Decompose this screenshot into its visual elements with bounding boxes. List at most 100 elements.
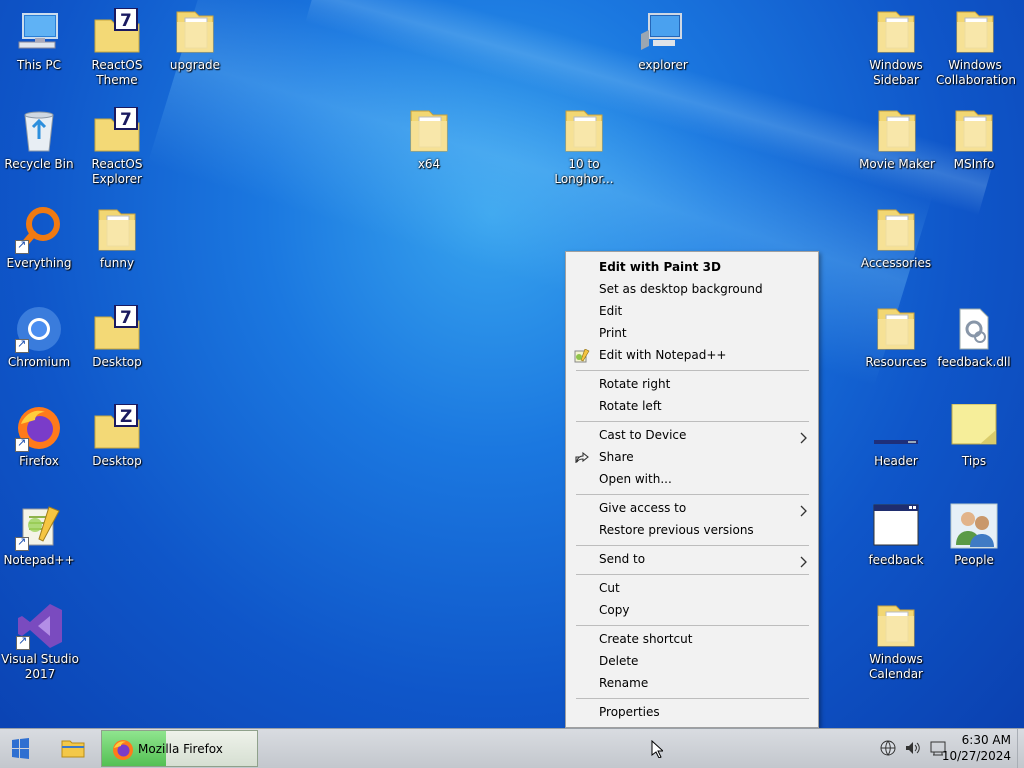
desktop-icon-label: Accessories — [860, 256, 932, 270]
menu-item-label: Cut — [599, 581, 620, 595]
start-button[interactable] — [8, 737, 42, 759]
desktop-icon-label: Desktop — [92, 454, 142, 468]
desktop-icon-label: Resources — [865, 355, 927, 369]
menu-item-label: Set as desktop background — [599, 282, 763, 296]
menu-item-open-with[interactable]: Open with... — [566, 468, 818, 490]
desktop-icon-upgrade[interactable]: upgrade — [157, 8, 233, 73]
people-icon — [950, 503, 998, 551]
folder-icon — [171, 8, 219, 56]
menu-item-label: Rotate right — [599, 377, 671, 391]
menu-item-edit-with-notepad-plus-plus[interactable]: Edit with Notepad++ — [566, 344, 818, 366]
menu-item-give-access-to[interactable]: Give access to — [566, 497, 818, 519]
desktop-icon-label: Desktop — [92, 355, 142, 369]
menu-item-label: Print — [599, 326, 627, 340]
mouse-pointer-icon — [651, 739, 665, 761]
folder-7-icon: 7 — [93, 7, 141, 56]
desktop-icon-windows-sidebar[interactable]: Windows Sidebar — [858, 8, 934, 88]
desktop-icon-label: Windows Sidebar — [869, 58, 923, 87]
menu-item-edit-with-paint-3d[interactable]: Edit with Paint 3D — [566, 256, 818, 278]
desktop-icon-feedback-dll[interactable]: feedback.dll — [936, 305, 1012, 370]
folder-icon — [872, 305, 920, 353]
desktop-icon-tips[interactable]: Tips — [936, 403, 1012, 469]
firefox-icon — [112, 739, 134, 764]
folder-icon — [872, 8, 920, 56]
window-app-icon — [872, 503, 920, 551]
menu-item-copy[interactable]: Copy — [566, 599, 818, 621]
menu-item-label: Restore previous versions — [599, 523, 754, 537]
folder-7-icon: 7 — [93, 106, 141, 155]
svg-text:7: 7 — [120, 308, 132, 328]
menu-item-share[interactable]: Share — [566, 446, 818, 468]
desktop-icon-firefox[interactable]: Firefox — [1, 404, 77, 469]
dll-file-gear-icon — [950, 305, 998, 353]
desktop-icon-label: Visual Studio 2017 — [1, 652, 79, 681]
share-icon — [574, 450, 590, 464]
menu-item-print[interactable]: Print — [566, 322, 818, 344]
shortcut-arrow-icon — [15, 436, 29, 452]
desktop-icon-windows-collaboration[interactable]: Windows Collaboration — [936, 8, 1016, 88]
menu-item-rotate-left[interactable]: Rotate left — [566, 395, 818, 417]
chevron-right-icon — [800, 502, 808, 517]
desktop-icon-label: Windows Collaboration — [936, 58, 1016, 87]
chromium-icon — [15, 305, 63, 353]
desktop-icon-visual-studio-2017[interactable]: Visual Studio 2017 — [1, 602, 79, 682]
desktop-icon-desktop[interactable]: 7 Desktop — [79, 304, 155, 370]
desktop-icon-chromium[interactable]: Chromium — [1, 305, 77, 370]
desktop-icon-accessories[interactable]: Accessories — [858, 206, 934, 271]
menu-item-restore-previous-versions[interactable]: Restore previous versions — [566, 519, 818, 541]
desktop-icon-header[interactable]: Header — [858, 404, 934, 469]
desktop-icon-everything[interactable]: Everything — [1, 206, 77, 271]
desktop-icon-reactos-theme[interactable]: 7 ReactOS Theme — [79, 7, 155, 88]
desktop-icon-recycle-bin[interactable]: Recycle Bin — [1, 107, 77, 172]
menu-item-create-shortcut[interactable]: Create shortcut — [566, 628, 818, 650]
header-bar-icon — [872, 404, 920, 452]
recycle-bin-icon — [15, 107, 63, 155]
desktop-icon-resources[interactable]: Resources — [858, 305, 934, 370]
desktop-icon-msinfo[interactable]: MSInfo — [936, 107, 1012, 172]
menu-item-label: Rotate left — [599, 399, 662, 413]
taskbar-file-explorer-button[interactable] — [60, 737, 90, 761]
desktop-icon-movie-maker[interactable]: Movie Maker — [858, 107, 936, 172]
folder-icon — [872, 206, 920, 254]
taskbar-clock[interactable]: 6:30 AM 10/27/2024 — [942, 732, 1011, 764]
taskbar-app-mozilla-firefox[interactable]: Mozilla Firefox — [101, 730, 258, 767]
menu-item-set-as-desktop-background[interactable]: Set as desktop background — [566, 278, 818, 300]
show-desktop-button[interactable] — [1017, 729, 1024, 768]
desktop-icon-desktop-2[interactable]: Z Desktop — [79, 403, 155, 469]
desktop-icon-explorer[interactable]: explorer — [625, 8, 701, 73]
network-globe-icon[interactable] — [880, 740, 896, 759]
menu-item-cast-to-device[interactable]: Cast to Device — [566, 424, 818, 446]
desktop-icon-x64[interactable]: x64 — [391, 107, 467, 172]
desktop-icon-10-to-longhorn[interactable]: 10 to Longhor... — [546, 107, 622, 187]
volume-icon[interactable] — [904, 740, 922, 759]
desktop-icon-funny[interactable]: funny — [79, 206, 155, 271]
desktop-icon-this-pc[interactable]: This PC — [1, 8, 77, 73]
desktop-icon-people[interactable]: People — [936, 503, 1012, 568]
clock-time: 6:30 AM — [961, 733, 1011, 747]
menu-item-label: Create shortcut — [599, 632, 693, 646]
desktop-icon-windows-calendar[interactable]: Windows Calendar — [858, 602, 934, 682]
menu-item-rotate-right[interactable]: Rotate right — [566, 373, 818, 395]
desktop-icon-label: upgrade — [169, 58, 221, 72]
desktop-icon-label: Chromium — [7, 355, 71, 369]
firefox-icon — [15, 404, 63, 452]
menu-item-delete[interactable]: Delete — [566, 650, 818, 672]
menu-item-edit[interactable]: Edit — [566, 300, 818, 322]
visual-studio-icon — [16, 602, 64, 650]
desktop-icon-feedback[interactable]: feedback — [858, 503, 934, 568]
notepad-plus-plus-icon — [574, 348, 590, 363]
menu-item-rename[interactable]: Rename — [566, 672, 818, 694]
menu-item-cut[interactable]: Cut — [566, 577, 818, 599]
folder-icon — [93, 206, 141, 254]
desktop-icon-label: Header — [874, 454, 918, 468]
menu-separator — [576, 421, 809, 422]
desktop-icon-label: Everything — [6, 256, 72, 270]
computer-icon — [15, 8, 63, 56]
menu-item-properties[interactable]: Properties — [566, 701, 818, 723]
clock-date: 10/27/2024 — [941, 749, 1011, 763]
desktop-icon-reactos-explorer[interactable]: 7 ReactOS Explorer — [79, 106, 155, 187]
desktop-icon-notepad-plus-plus[interactable]: Notepad++ — [1, 503, 77, 568]
desktop-icon-label: 10 to Longhor... — [554, 157, 614, 186]
menu-item-label: Cast to Device — [599, 428, 687, 442]
menu-item-send-to[interactable]: Send to — [566, 548, 818, 570]
